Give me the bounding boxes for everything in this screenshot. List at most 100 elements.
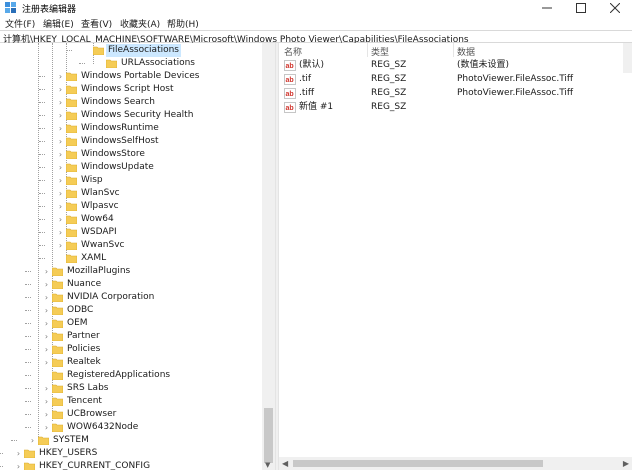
value-name: (默认) [299, 60, 325, 70]
value-type: REG_SZ [371, 102, 407, 112]
ab-string-value-icon: ab [284, 74, 296, 85]
value-name: .tiff [299, 88, 315, 98]
folder-icon [24, 449, 35, 458]
tree-scroll-thumb[interactable] [264, 408, 273, 463]
folder-icon [66, 163, 77, 172]
expand-chevron-icon[interactable]: › [56, 239, 65, 252]
folder-icon [52, 267, 63, 276]
folder-icon [52, 384, 63, 393]
close-button[interactable] [598, 0, 632, 16]
folder-icon [52, 423, 63, 432]
value-row[interactable]: ab .tiff REG_SZ PhotoViewer.FileAssoc.Tiff [279, 87, 632, 100]
tree-item-label: Windows Portable Devices [81, 71, 200, 81]
folder-icon [106, 59, 117, 68]
expand-chevron-icon[interactable]: › [56, 83, 65, 96]
column-header-type[interactable]: 类型 [371, 45, 389, 58]
expand-chevron-icon[interactable]: › [42, 291, 51, 304]
expand-chevron-icon[interactable]: › [56, 135, 65, 148]
ab-string-value-icon: ab [284, 88, 296, 99]
expand-chevron-icon[interactable]: › [56, 213, 65, 226]
expand-chevron-icon[interactable]: › [42, 343, 51, 356]
folder-icon [52, 345, 63, 354]
expand-chevron-icon[interactable]: › [56, 109, 65, 122]
expand-chevron-icon[interactable]: › [42, 265, 51, 278]
folder-icon [52, 358, 63, 367]
scroll-down-arrow-icon[interactable]: ▼ [265, 461, 270, 469]
expand-chevron-icon[interactable]: › [42, 356, 51, 369]
tree-item-label: Wlpasvc [81, 201, 119, 211]
folder-icon [66, 124, 77, 133]
expand-chevron-icon[interactable]: › [14, 447, 23, 460]
tree-vertical-scrollbar[interactable]: ▼ [262, 43, 275, 470]
list-hscroll-thumb[interactable] [293, 460, 543, 467]
expand-chevron-icon[interactable]: › [42, 421, 51, 434]
folder-icon [24, 462, 35, 470]
expand-chevron-icon[interactable]: › [56, 161, 65, 174]
tree-item-label: Windows Script Host [81, 84, 174, 94]
tree-item-label: WlanSvc [81, 188, 120, 198]
expand-chevron-icon[interactable]: › [42, 382, 51, 395]
minimize-button[interactable] [530, 0, 564, 16]
tree-item-label: WindowsUpdate [81, 162, 154, 172]
expand-chevron-icon[interactable]: › [42, 395, 51, 408]
expand-chevron-icon[interactable]: › [56, 70, 65, 83]
scroll-right-arrow-icon[interactable]: ▶ [623, 459, 629, 468]
tree-item-label: URLAssociations [121, 58, 195, 68]
list-horizontal-scrollbar[interactable]: ◀ ▶ [279, 457, 632, 470]
tree-item-label: XAML [81, 253, 107, 263]
expand-chevron-icon[interactable]: › [56, 174, 65, 187]
value-data: PhotoViewer.FileAssoc.Tiff [457, 74, 574, 84]
expand-chevron-icon[interactable]: › [42, 330, 51, 343]
expand-chevron-icon[interactable]: › [56, 187, 65, 200]
registry-editor-icon [5, 2, 16, 13]
expand-chevron-icon[interactable]: › [56, 96, 65, 109]
value-row[interactable]: ab .tif REG_SZ PhotoViewer.FileAssoc.Tiff [279, 73, 632, 86]
menu-favorites[interactable]: 收藏夹(A) [120, 17, 160, 30]
value-row[interactable]: ab 新值 #1 REG_SZ [279, 101, 632, 114]
tree-item-label: SYSTEM [53, 435, 89, 445]
expand-chevron-icon[interactable]: › [56, 148, 65, 161]
folder-icon [66, 150, 77, 159]
expand-chevron-icon[interactable]: › [56, 200, 65, 213]
folder-icon [66, 72, 77, 81]
value-row[interactable]: ab (默认) REG_SZ (数值未设置) [279, 59, 632, 72]
scroll-left-arrow-icon[interactable]: ◀ [282, 459, 288, 468]
column-header-data[interactable]: 数据 [457, 45, 475, 58]
key-tree[interactable]: FileAssociations URLAssociations › Windows … [0, 43, 275, 470]
expand-chevron-icon[interactable]: › [14, 460, 23, 470]
folder-icon [66, 254, 77, 263]
column-header-name[interactable]: 名称 [284, 45, 302, 58]
value-type: REG_SZ [371, 74, 407, 84]
menu-file[interactable]: 文件(F) [5, 17, 35, 30]
expand-chevron-icon[interactable]: › [42, 408, 51, 421]
value-list[interactable]: 名称 类型 数据 ab (默认) REG_SZ (数值未设置) ab .tif REG_SZ… [279, 43, 632, 470]
folder-icon [52, 332, 63, 341]
menu-help[interactable]: 帮助(H) [167, 17, 199, 30]
expand-chevron-icon[interactable]: › [28, 434, 37, 447]
maximize-button[interactable] [564, 0, 598, 16]
folder-icon [66, 85, 77, 94]
menu-view[interactable]: 查看(V) [81, 17, 112, 30]
expand-chevron-icon[interactable]: › [42, 278, 51, 291]
tree-item-label: Partner [67, 331, 100, 341]
expand-chevron-icon[interactable]: › [56, 122, 65, 135]
tree-item-label: WindowsRuntime [81, 123, 159, 133]
svg-text:ab: ab [286, 91, 294, 98]
menu-bar: 文件(F) 编辑(E) 查看(V) 收藏夹(A) 帮助(H) [0, 16, 632, 30]
expand-chevron-icon[interactable]: › [42, 317, 51, 330]
expand-chevron-icon[interactable]: › [42, 304, 51, 317]
expand-chevron-icon[interactable]: › [56, 226, 65, 239]
value-type: REG_SZ [371, 60, 407, 70]
maximize-icon [576, 3, 586, 13]
ab-string-value-icon: ab [284, 102, 296, 113]
folder-icon [52, 371, 63, 380]
value-name: .tif [299, 74, 312, 84]
menu-edit[interactable]: 编辑(E) [43, 17, 74, 30]
list-vertical-scrollbar[interactable] [623, 43, 632, 73]
tree-item-label: MozillaPlugins [67, 266, 131, 276]
tree-item-label: Windows Search [81, 97, 155, 107]
address-bar[interactable]: 计算机\HKEY_LOCAL_MACHINE\SOFTWARE\Microsof… [0, 30, 632, 45]
